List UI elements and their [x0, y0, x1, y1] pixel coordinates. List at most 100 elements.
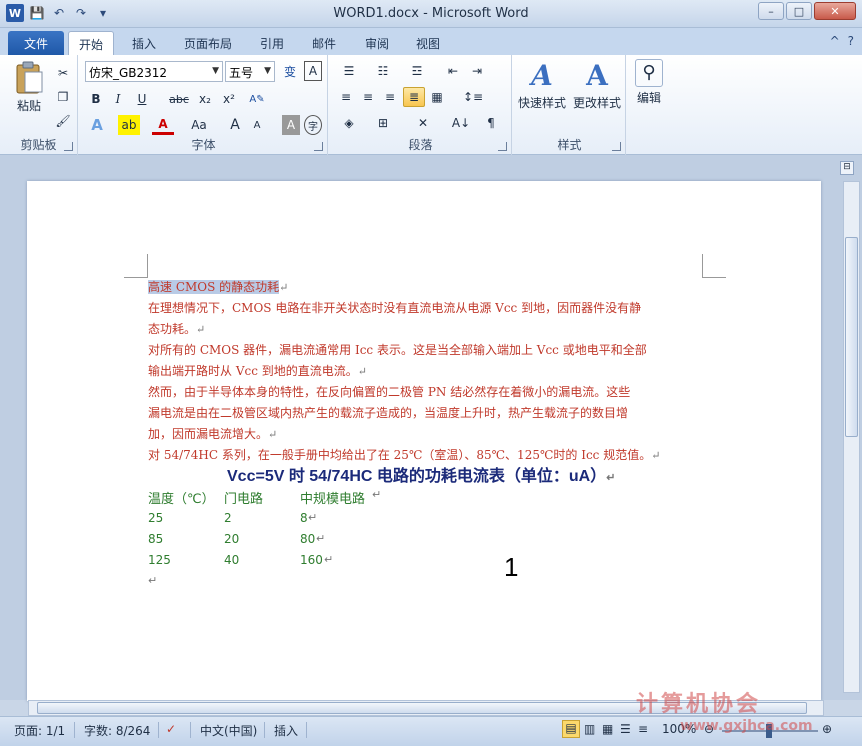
- web-layout-icon[interactable]: ▦: [602, 722, 613, 736]
- maximize-button[interactable]: □: [786, 2, 812, 20]
- increase-indent-icon[interactable]: ⇥: [466, 61, 488, 81]
- change-styles-icon: A: [586, 59, 608, 92]
- tab-view[interactable]: 视图: [406, 31, 450, 55]
- bold-button[interactable]: B: [86, 89, 106, 109]
- status-word-count[interactable]: 字数: 8/264: [84, 722, 150, 739]
- enclose-characters-icon[interactable]: 字: [304, 115, 322, 135]
- full-screen-reading-icon[interactable]: ▥: [584, 722, 595, 736]
- header-temperature: 温度（℃）: [148, 492, 215, 507]
- font-name-value: 仿宋_GB2312: [89, 66, 168, 80]
- show-marks-icon[interactable]: ¶: [480, 113, 502, 133]
- font-color-icon[interactable]: A: [152, 115, 174, 135]
- outline-icon[interactable]: ☰: [620, 722, 631, 736]
- copy-icon[interactable]: ❐: [54, 87, 72, 107]
- minimize-button[interactable]: –: [758, 2, 784, 20]
- paragraph-1-line-2: 态功耗。↵: [148, 322, 206, 336]
- font-launcher-icon[interactable]: [314, 142, 323, 151]
- multilevel-list-icon[interactable]: ☲: [404, 61, 430, 81]
- tab-references[interactable]: 引用: [250, 31, 294, 55]
- paragraph-launcher-icon[interactable]: [498, 142, 507, 151]
- overlay-number: 1: [504, 552, 519, 582]
- sort-icon[interactable]: A↓: [450, 113, 472, 133]
- paragraph-mark: ↵: [148, 574, 158, 587]
- window-title: WORD1.docx - Microsoft Word: [333, 6, 529, 21]
- character-shading-icon[interactable]: A: [282, 115, 300, 135]
- line-spacing-icon[interactable]: ↕≡: [460, 87, 486, 107]
- character-border-icon[interactable]: A: [304, 61, 322, 81]
- text-effects-icon[interactable]: A: [86, 115, 108, 135]
- proofing-icon[interactable]: ✓: [166, 722, 176, 736]
- clipboard-group: 粘贴 ✂ ❐ 🖌 剪贴板: [0, 55, 78, 155]
- paragraph-1-line-1: 在理想情况下，CMOS 电路在非开关状态时没有直流电流从电源 Vcc 到地，因而…: [148, 301, 642, 315]
- status-page[interactable]: 页面: 1/1: [14, 722, 65, 739]
- editing-button[interactable]: ⚲ 编辑: [630, 59, 668, 106]
- zoom-in-icon[interactable]: ⊕: [822, 722, 832, 736]
- vertical-scrollbar[interactable]: [843, 181, 860, 693]
- font-name-combo[interactable]: 仿宋_GB2312 ▼: [85, 61, 223, 82]
- print-layout-icon[interactable]: ▤: [562, 720, 580, 738]
- doc-title-line[interactable]: 高速 CMOS 的静态功耗↵: [148, 277, 705, 298]
- align-right-icon[interactable]: ≡: [380, 87, 400, 107]
- tab-mailings[interactable]: 邮件: [302, 31, 346, 55]
- distributed-icon[interactable]: ▦: [427, 87, 447, 107]
- bullets-icon[interactable]: ☰: [336, 61, 362, 81]
- status-language[interactable]: 中文(中国): [200, 722, 257, 739]
- grow-font-button[interactable]: A: [226, 115, 244, 135]
- borders-icon[interactable]: ⊞: [370, 113, 396, 133]
- cell-gate: 20: [224, 532, 240, 546]
- paragraph-group-label: 段落: [408, 138, 433, 152]
- chevron-down-icon: ▼: [264, 66, 271, 76]
- status-insert-mode[interactable]: 插入: [274, 722, 298, 739]
- superscript-button[interactable]: x²: [218, 89, 240, 109]
- chinese-layout-icon[interactable]: ✕: [410, 113, 436, 133]
- cell-temp: 25: [148, 511, 164, 525]
- decrease-indent-icon[interactable]: ⇤: [442, 61, 464, 81]
- strikethrough-button[interactable]: abc: [166, 89, 192, 109]
- subscript-button[interactable]: x₂: [194, 89, 216, 109]
- tab-home[interactable]: 开始: [68, 31, 115, 55]
- font-size-combo[interactable]: 五号 ▼: [225, 61, 275, 82]
- italic-button[interactable]: I: [108, 89, 128, 109]
- tab-review[interactable]: 审阅: [355, 31, 399, 55]
- draft-icon[interactable]: ≡: [638, 722, 648, 736]
- paragraph-3-line-2: 漏电流是由在二极管区域内热产生的载流子造成的，当温度上升时，热产生载流子的数目增: [148, 406, 629, 420]
- paragraph-mark: ↵: [606, 472, 616, 484]
- close-button[interactable]: ✕: [814, 2, 856, 20]
- collapse-ribbon-icon[interactable]: ^: [830, 34, 840, 48]
- change-case-button[interactable]: Aa: [186, 115, 212, 135]
- paste-button[interactable]: 粘贴: [10, 59, 48, 114]
- help-icon[interactable]: ?: [848, 34, 854, 48]
- divider: [264, 722, 265, 738]
- clipboard-launcher-icon[interactable]: [64, 142, 73, 151]
- numbering-icon[interactable]: ☷: [370, 61, 396, 81]
- justify-icon[interactable]: ≣: [403, 87, 425, 107]
- shading-icon[interactable]: ◈: [336, 113, 362, 133]
- paragraph-3[interactable]: 然而，由于半导体本身的特性，在反向偏置的二极管 PN 结必然存在着微小的漏电流。…: [148, 382, 705, 445]
- cell-msi: 8: [300, 511, 308, 525]
- styles-launcher-icon[interactable]: [612, 142, 621, 151]
- paragraph-1[interactable]: 在理想情况下，CMOS 电路在非开关状态时没有直流电流从电源 Vcc 到地，因而…: [148, 298, 705, 340]
- underline-button[interactable]: U: [132, 89, 152, 109]
- format-painter-icon[interactable]: 🖌: [54, 111, 72, 131]
- cut-icon[interactable]: ✂: [54, 63, 72, 83]
- phonetic-guide-icon[interactable]: 变: [280, 61, 300, 81]
- shrink-font-button[interactable]: A: [248, 115, 266, 135]
- document-page[interactable]: 高速 CMOS 的静态功耗↵ 在理想情况下，CMOS 电路在非开关状态时没有直流…: [27, 181, 821, 701]
- ruler-toggle-icon[interactable]: ⊟: [840, 161, 854, 175]
- tab-file[interactable]: 文件: [8, 31, 64, 55]
- clear-formatting-icon[interactable]: A✎: [246, 89, 268, 109]
- quick-styles-button[interactable]: A 快速样式: [516, 59, 568, 111]
- align-center-icon[interactable]: ≡: [358, 87, 378, 107]
- highlight-icon[interactable]: ab: [118, 115, 140, 135]
- tab-page-layout[interactable]: 页面布局: [174, 31, 242, 55]
- table-title[interactable]: Vcc=5V 时 54/74HC 电路的功耗电流表（单位：uA）↵: [227, 462, 615, 486]
- paragraph-2-line-2: 输出端开路时从 Vcc 到地的直流电流。↵: [148, 364, 367, 378]
- vertical-scroll-thumb[interactable]: [845, 237, 858, 437]
- change-styles-button[interactable]: A 更改样式: [570, 59, 624, 111]
- paragraph-2[interactable]: 对所有的 CMOS 器件，漏电流通常用 Icc 表示。这是当全部输入端加上 Vc…: [148, 340, 705, 382]
- selected-title-text[interactable]: 高速 CMOS 的静态功耗: [148, 280, 280, 294]
- align-left-icon[interactable]: ≡: [336, 87, 356, 107]
- tab-insert[interactable]: 插入: [122, 31, 166, 55]
- styles-group-label: 样式: [557, 138, 582, 152]
- font-group-label: 字体: [191, 138, 216, 152]
